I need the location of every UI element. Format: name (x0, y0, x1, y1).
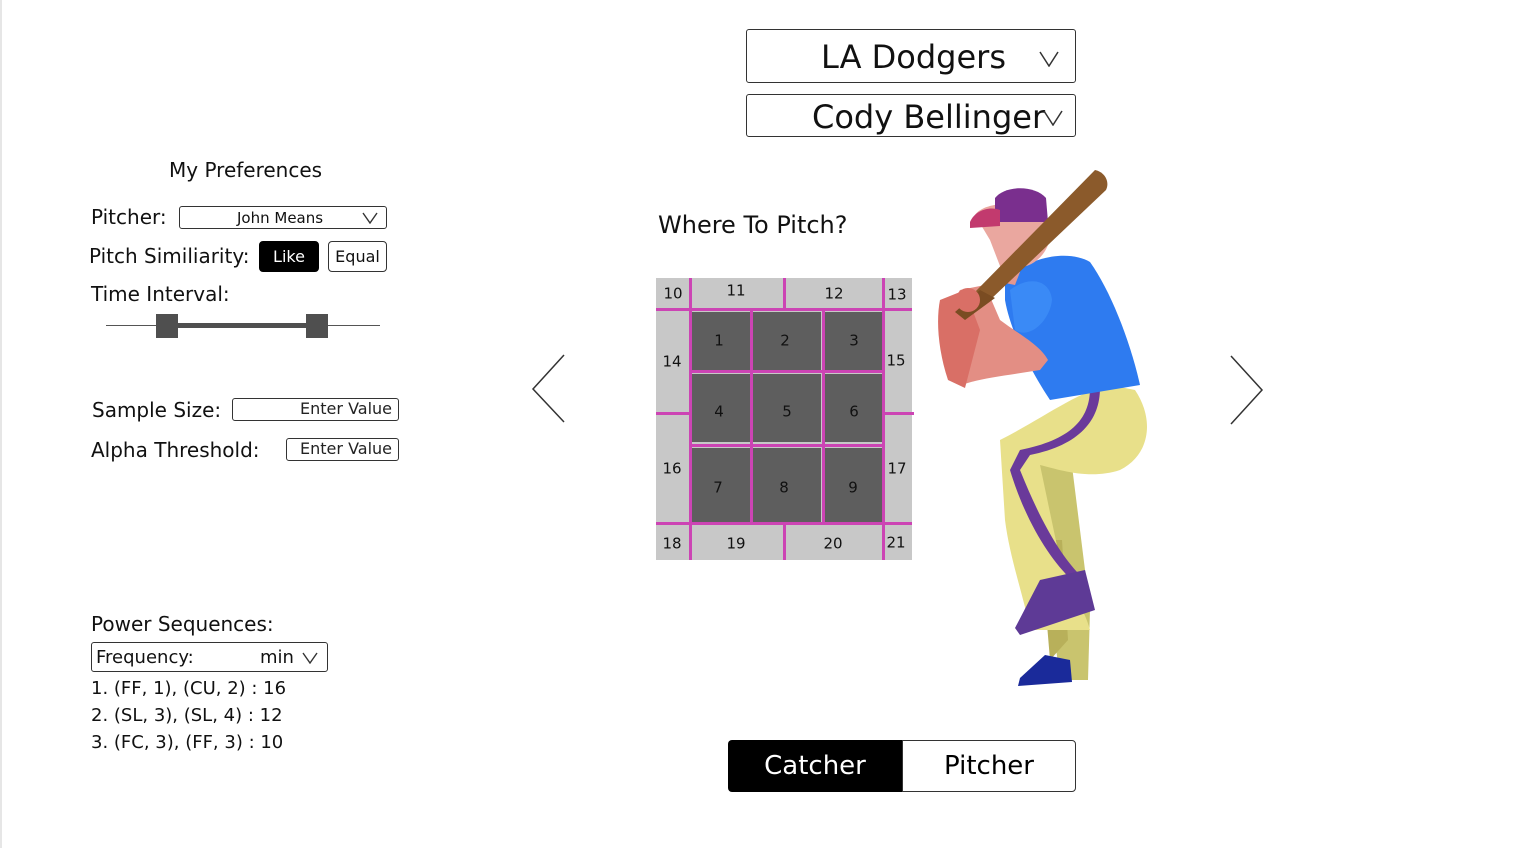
slider-range (167, 323, 317, 328)
zone-label: 7 (713, 478, 723, 497)
zone-line (822, 311, 825, 522)
frequency-value: min (260, 647, 294, 668)
arrow-left-icon[interactable] (530, 354, 568, 424)
zone-label: 10 (663, 284, 683, 303)
zone-label: 21 (886, 533, 906, 552)
chevron-down-icon (1043, 110, 1063, 126)
alpha-threshold-input[interactable]: Enter Value (286, 438, 399, 461)
sample-size-input[interactable]: Enter Value (232, 398, 399, 421)
similarity-like-button[interactable]: Like (259, 241, 319, 272)
zone-line (882, 278, 885, 560)
similarity-label: Pitch Similiarity: (89, 244, 250, 268)
zone-label: 17 (887, 459, 907, 478)
slider-handle-end[interactable] (306, 314, 328, 338)
pitcher-select[interactable]: John Means (179, 206, 387, 229)
pitcher-label: Pitcher: (91, 205, 167, 229)
chevron-down-icon (1039, 51, 1059, 67)
zone-label: 3 (849, 331, 859, 350)
zone-label: 4 (714, 402, 724, 421)
team-select[interactable]: LA Dodgers (746, 29, 1076, 83)
baseball-batter-illustration (938, 170, 1147, 686)
zone-label: 18 (662, 534, 682, 553)
zone-label: 12 (824, 284, 844, 303)
zone-label: 13 (887, 285, 907, 304)
zone-label: 6 (849, 402, 859, 421)
zone-title: Where To Pitch? (658, 211, 848, 239)
arrow-right-icon[interactable] (1228, 354, 1266, 426)
frequency-label: Frequency: (96, 647, 194, 668)
zone-label: 19 (726, 534, 746, 553)
window-edge (0, 0, 2, 848)
zone-label: 15 (886, 351, 906, 370)
time-interval-label: Time Interval: (91, 282, 230, 306)
preferences-title: My Preferences (169, 158, 323, 182)
slider-handle-start[interactable] (156, 314, 178, 338)
zone-line (750, 311, 753, 522)
strike-zone-grid: 1 2 3 4 5 6 7 8 9 10 11 12 13 14 15 16 1… (656, 278, 914, 560)
zone-label: 11 (726, 281, 746, 300)
sequence-item: 2. (SL, 3), (SL, 4) : 12 (91, 705, 283, 726)
zone-label: 14 (662, 352, 682, 371)
similarity-equal-button[interactable]: Equal (328, 241, 387, 272)
alpha-threshold-label: Alpha Threshold: (91, 438, 260, 462)
zone-label: 5 (782, 402, 792, 421)
chevron-down-icon (362, 212, 378, 224)
sequence-item: 1. (FF, 1), (CU, 2) : 16 (91, 678, 287, 699)
zone-line (656, 412, 689, 415)
player-select-value: Cody Bellinger (812, 98, 1046, 136)
team-select-value: LA Dodgers (821, 38, 1006, 76)
sequence-item: 3. (FC, 3), (FF, 3) : 10 (91, 732, 284, 753)
zone-line (689, 370, 885, 373)
pitcher-toggle-button[interactable]: Pitcher (902, 740, 1076, 792)
frequency-select[interactable]: Frequency: min (91, 642, 328, 672)
player-select[interactable]: Cody Bellinger (746, 94, 1076, 137)
zone-label: 8 (779, 478, 789, 497)
time-interval-slider[interactable] (106, 313, 380, 339)
catcher-toggle-button[interactable]: Catcher (728, 740, 902, 792)
zone-label: 9 (848, 478, 858, 497)
chevron-down-icon (302, 652, 318, 664)
zone-line (882, 412, 914, 415)
zone-line (689, 444, 885, 447)
zone-label: 2 (780, 331, 790, 350)
zone-line (783, 278, 786, 311)
power-sequences-title: Power Sequences: (91, 612, 274, 636)
zone-line (783, 522, 786, 560)
zone-label: 16 (662, 459, 682, 478)
zone-label: 20 (823, 534, 843, 553)
pitcher-select-value: John Means (237, 209, 324, 227)
sample-size-label: Sample Size: (92, 398, 222, 422)
zone-line (689, 278, 692, 560)
zone-label: 1 (714, 331, 724, 350)
